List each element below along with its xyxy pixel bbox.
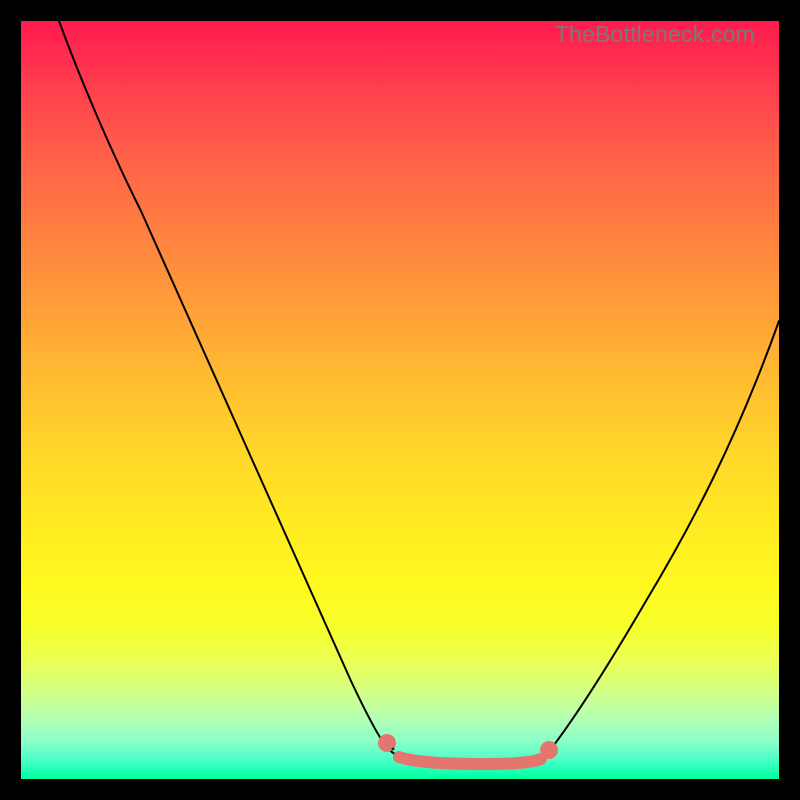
curve-left-arm [59, 21, 387, 748]
highlight-segment [399, 757, 541, 764]
highlight-dot-right [540, 741, 558, 759]
highlight-inner-dot [392, 748, 395, 751]
plot-area: TheBottleneck.com [21, 21, 779, 779]
curve-svg [21, 21, 779, 779]
chart-frame: TheBottleneck.com [0, 0, 800, 800]
curve-right-arm [551, 321, 779, 749]
